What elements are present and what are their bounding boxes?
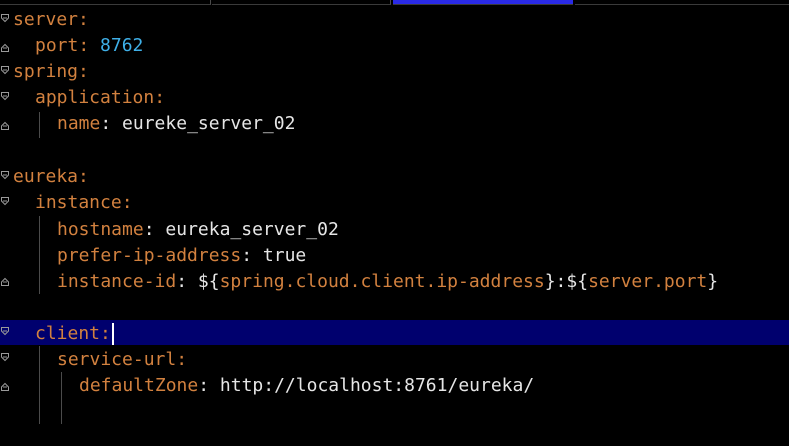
yaml-key: client — [35, 323, 101, 344]
current-line-highlight — [0, 320, 789, 345]
yaml-value: 8762 — [100, 35, 144, 56]
yaml-value: eureka_server_02 — [165, 219, 339, 240]
placeholder-close: } — [707, 271, 719, 292]
editor-tab[interactable] — [575, 0, 789, 5]
fold-close-icon[interactable] — [1, 118, 9, 130]
fold-open-icon[interactable] — [1, 92, 9, 104]
code-line[interactable]: service-url: — [57, 347, 187, 373]
placeholder-ref: server.port — [588, 271, 708, 292]
yaml-key: application — [35, 87, 155, 108]
yaml-colon: : — [241, 245, 263, 266]
yaml-colon: : — [176, 349, 188, 370]
yaml-colon: : — [78, 61, 89, 82]
fold-open-icon[interactable] — [1, 197, 9, 209]
code-line[interactable]: prefer-ip-address: true — [57, 243, 306, 269]
yaml-colon: : — [100, 113, 123, 134]
yaml-colon: : — [154, 87, 166, 108]
placeholder-open: ${ — [197, 271, 220, 292]
yaml-key: prefer-ip-address — [57, 245, 242, 266]
yaml-key: instance-id — [57, 271, 177, 292]
code-line-current[interactable]: client: — [35, 321, 114, 347]
fold-close-icon[interactable] — [1, 379, 9, 391]
placeholder-separator: }:${ — [544, 271, 589, 292]
fold-open-icon[interactable] — [1, 353, 9, 365]
indent-guide — [39, 216, 40, 294]
yaml-value: eureke_server_02 — [122, 113, 296, 134]
yaml-key: name — [57, 113, 101, 134]
code-line[interactable]: eureka: — [13, 164, 89, 190]
code-line[interactable]: spring: — [13, 59, 89, 85]
yaml-key: defaultZone — [79, 375, 199, 396]
yaml-colon: : — [78, 9, 89, 30]
yaml-value: http://localhost:8761/eureka/ — [219, 375, 535, 396]
code-line[interactable]: server: — [13, 7, 89, 33]
code-line[interactable]: hostname: eureka_server_02 — [57, 217, 339, 243]
fold-open-icon[interactable] — [1, 14, 9, 26]
fold-open-icon[interactable] — [1, 66, 9, 78]
fold-close-icon[interactable] — [1, 274, 9, 286]
yaml-key: eureka — [13, 166, 79, 187]
code-line[interactable]: instance-id: ${spring.cloud.client.ip-ad… — [57, 269, 718, 295]
yaml-key: spring — [13, 61, 79, 82]
yaml-colon: : — [143, 219, 166, 240]
code-line[interactable]: defaultZone: http://localhost:8761/eurek… — [79, 373, 534, 399]
yaml-colon: : — [176, 271, 198, 292]
code-line[interactable]: port: 8762 — [35, 33, 143, 59]
yaml-colon: : — [78, 166, 89, 187]
indent-guide — [61, 372, 62, 424]
code-line[interactable]: name: eureke_server_02 — [57, 111, 295, 137]
yaml-key: instance — [35, 192, 122, 213]
yaml-value: true — [262, 245, 307, 266]
yaml-colon: : — [100, 323, 111, 344]
yaml-key: service-url — [57, 349, 177, 370]
indent-guide — [39, 112, 40, 138]
text-cursor — [111, 323, 114, 345]
yaml-key: port — [35, 35, 79, 56]
fold-open-icon[interactable] — [1, 327, 9, 339]
yaml-colon: : — [121, 192, 133, 213]
code-line[interactable]: application: — [35, 85, 165, 111]
indent-guide — [39, 346, 40, 424]
editor-tab[interactable] — [212, 0, 391, 5]
placeholder-ref: spring.cloud.client.ip-address — [219, 271, 545, 292]
yaml-key: hostname — [57, 219, 144, 240]
yaml-key: server — [13, 9, 79, 30]
yaml-colon: : — [78, 35, 101, 56]
editor-tab-bar — [0, 0, 789, 6]
code-line[interactable]: instance: — [35, 190, 133, 216]
fold-close-icon[interactable] — [1, 40, 9, 52]
yaml-colon: : — [198, 375, 220, 396]
editor-tab[interactable] — [0, 0, 211, 5]
editor-tab-active[interactable] — [393, 0, 573, 5]
fold-open-icon[interactable] — [1, 171, 9, 183]
